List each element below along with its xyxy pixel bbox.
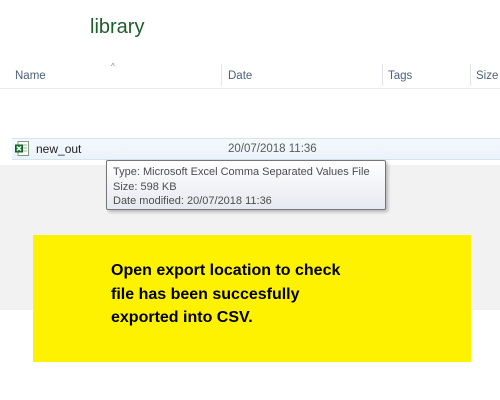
tooltip-date-modified: Date modified: 20/07/2018 11:36 <box>113 195 272 207</box>
column-divider[interactable] <box>221 64 222 86</box>
library-header: library <box>0 0 500 62</box>
excel-csv-icon <box>15 141 29 156</box>
library-title: library <box>90 16 145 38</box>
file-name[interactable]: new_out <box>36 141 81 157</box>
redacted-area <box>12 16 88 50</box>
callout-line: file has been succesfully <box>111 285 300 303</box>
file-tooltip: Type: Microsoft Excel Comma Separated Va… <box>106 160 386 210</box>
file-row[interactable]: new_out 20/07/2018 11:36 <box>12 138 500 160</box>
column-name[interactable]: Name <box>10 62 220 88</box>
instruction-callout: Open export location to check file has b… <box>33 235 471 362</box>
file-date: 20/07/2018 11:36 <box>228 143 317 155</box>
column-tags[interactable]: Tags <box>383 62 469 88</box>
tooltip-size: Size: 598 KB <box>113 180 177 193</box>
callout-line: Open export location to check <box>111 262 341 279</box>
callout-text: Open export location to check file has b… <box>111 259 431 330</box>
column-size[interactable]: Size <box>471 62 500 88</box>
tooltip-type: Type: Microsoft Excel Comma Separated Va… <box>113 166 370 178</box>
column-date[interactable]: Date <box>223 62 381 88</box>
column-header: ^ Name Date Tags Size <box>0 62 500 89</box>
callout-line: exported into CSV. <box>111 309 253 326</box>
